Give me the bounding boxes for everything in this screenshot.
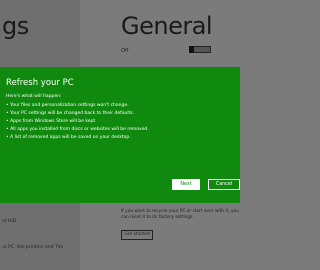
list-item: • Your files and personalization setting… bbox=[6, 103, 129, 108]
reset-hint-text: If you want to recycle your PC or start … bbox=[121, 209, 239, 220]
get-started-button[interactable]: Get started bbox=[121, 230, 153, 240]
dialog-list: • Your files and personalization setting… bbox=[6, 102, 149, 142]
list-item: • All apps you installed from discs or w… bbox=[6, 127, 149, 132]
list-item: • A list of removed apps will be saved o… bbox=[6, 135, 131, 140]
settings-left-title: gs bbox=[2, 12, 29, 40]
list-item: • Your PC settings will be changed back … bbox=[6, 111, 135, 116]
dialog-intro: Here's what will happen: bbox=[6, 94, 62, 99]
settings-page-title: General bbox=[121, 12, 213, 40]
left-pane-text-1: rd HID bbox=[2, 219, 17, 224]
toggle-state-label: Off bbox=[121, 48, 129, 54]
settings-toggle[interactable] bbox=[189, 46, 211, 53]
cancel-button[interactable]: Cancel bbox=[208, 179, 240, 190]
dialog-title: Refresh your PC bbox=[6, 78, 74, 88]
next-button[interactable]: Next bbox=[172, 179, 200, 190]
refresh-pc-dialog: Refresh your PC Here's what will happen:… bbox=[0, 67, 240, 203]
left-pane-text-2: ur PC, like printers and TVs bbox=[2, 245, 64, 250]
list-item: • Apps from Windows Store will be kept. bbox=[6, 119, 97, 124]
toggle-knob bbox=[189, 46, 194, 53]
